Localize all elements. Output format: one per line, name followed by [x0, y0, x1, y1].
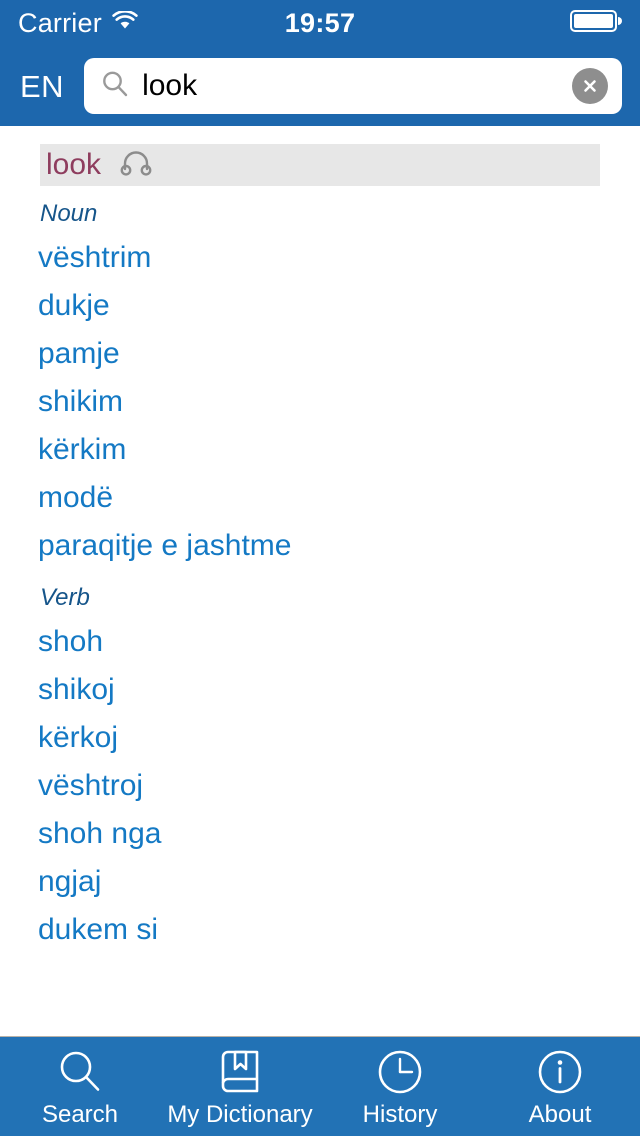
headword-text: look: [46, 148, 102, 181]
search-input[interactable]: look: [142, 71, 560, 101]
translation-item[interactable]: shikoj: [38, 666, 640, 714]
tab-label: History: [362, 1100, 438, 1128]
info-circle-icon: [535, 1047, 585, 1097]
search-icon: [100, 69, 130, 104]
translation-item[interactable]: shikim: [38, 378, 640, 426]
book-bookmark-icon: [216, 1047, 264, 1097]
pos-section-verb: Verb shoh shikoj kërkoj vështroj shoh ng…: [0, 586, 640, 954]
translation-item[interactable]: dukje: [38, 282, 640, 330]
translation-item[interactable]: kërkoj: [38, 714, 640, 762]
pos-label: Verb: [40, 584, 90, 611]
tab-label: About: [528, 1100, 592, 1128]
translation-item[interactable]: paraqitje e jashtme: [38, 522, 640, 570]
headword-row: look: [40, 144, 600, 186]
tab-bar: Search My Dictionary History About: [0, 1036, 640, 1136]
translation-item[interactable]: ngjaj: [38, 858, 640, 906]
translation-item[interactable]: kërkim: [38, 426, 640, 474]
status-bar-right: [570, 8, 622, 39]
entry-content: look Noun vështrim dukje pamje shikim kë…: [0, 126, 640, 1036]
translation-item[interactable]: shoh nga: [38, 810, 640, 858]
translation-item[interactable]: vështrim: [38, 234, 640, 282]
carrier-label: Carrier: [18, 7, 102, 38]
search-field[interactable]: look: [84, 58, 622, 114]
battery-full-icon: [570, 8, 622, 39]
headphones-icon[interactable]: [119, 150, 153, 181]
clock-icon: [375, 1047, 425, 1097]
translation-item[interactable]: vështroj: [38, 762, 640, 810]
tab-my-dictionary[interactable]: My Dictionary: [160, 1037, 320, 1136]
translation-item[interactable]: modë: [38, 474, 640, 522]
wifi-icon: [112, 9, 138, 36]
tab-about[interactable]: About: [480, 1037, 640, 1136]
translation-item[interactable]: dukem si: [38, 906, 640, 954]
pos-label: Noun: [40, 200, 98, 227]
status-bar-left: Carrier: [18, 7, 138, 38]
language-selector[interactable]: EN: [14, 67, 70, 106]
clear-search-button[interactable]: [572, 68, 608, 104]
tab-label: My Dictionary: [167, 1100, 313, 1128]
status-bar: Carrier 19:57: [0, 0, 640, 46]
tab-label: Search: [41, 1100, 119, 1128]
magnifier-icon: [55, 1047, 105, 1097]
pos-section-noun: Noun vështrim dukje pamje shikim kërkim …: [0, 202, 640, 570]
app-root: Carrier 19:57 EN look look Noun vështrim…: [0, 0, 640, 1136]
navigation-bar: EN look: [0, 46, 640, 126]
tab-history[interactable]: History: [320, 1037, 480, 1136]
translation-item[interactable]: pamje: [38, 330, 640, 378]
translation-item[interactable]: shoh: [38, 618, 640, 666]
tab-search[interactable]: Search: [0, 1037, 160, 1136]
